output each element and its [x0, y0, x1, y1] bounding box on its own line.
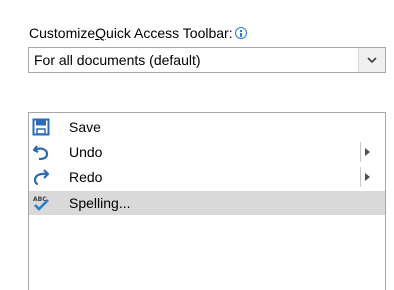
list-item-redo[interactable]: Redo	[29, 165, 385, 189]
chevron-down-icon	[367, 57, 377, 64]
document-scope-dropdown[interactable]: For all documents (default)	[28, 47, 386, 73]
customize-qat-label: Customize Quick Access Toolbar:	[29, 24, 247, 42]
list-item-spelling[interactable]: ABC Spelling...	[29, 191, 385, 215]
list-item-label: Undo	[69, 144, 103, 160]
list-item-label: Spelling...	[69, 195, 131, 211]
chevron-right-icon	[365, 148, 370, 156]
document-scope-value: For all documents (default)	[34, 52, 201, 68]
undo-icon	[32, 145, 49, 161]
toolbar-commands-list[interactable]: Save Undo Redo ABC Spelling...	[28, 112, 386, 290]
customize-label-prefix: Customize	[29, 25, 96, 41]
list-item-label: Redo	[69, 169, 103, 185]
list-item-save[interactable]: Save	[29, 115, 385, 139]
dropdown-arrow-button[interactable]	[358, 48, 385, 72]
spelling-icon: ABC	[33, 196, 49, 211]
info-icon[interactable]	[234, 27, 247, 39]
customize-label-suffix: uick Access Toolbar:	[106, 25, 233, 41]
chevron-right-icon	[365, 173, 370, 181]
quick-access-toolbar-customize-panel: Customize Quick Access Toolbar: For all …	[0, 0, 394, 290]
redo-icon	[33, 169, 50, 186]
customize-label-accelerator: Q	[95, 25, 107, 41]
save-icon	[32, 118, 50, 136]
list-item-undo[interactable]: Undo	[29, 140, 385, 164]
submenu-arrow[interactable]	[360, 167, 373, 187]
list-item-label: Save	[69, 119, 101, 135]
submenu-arrow[interactable]	[360, 142, 373, 162]
